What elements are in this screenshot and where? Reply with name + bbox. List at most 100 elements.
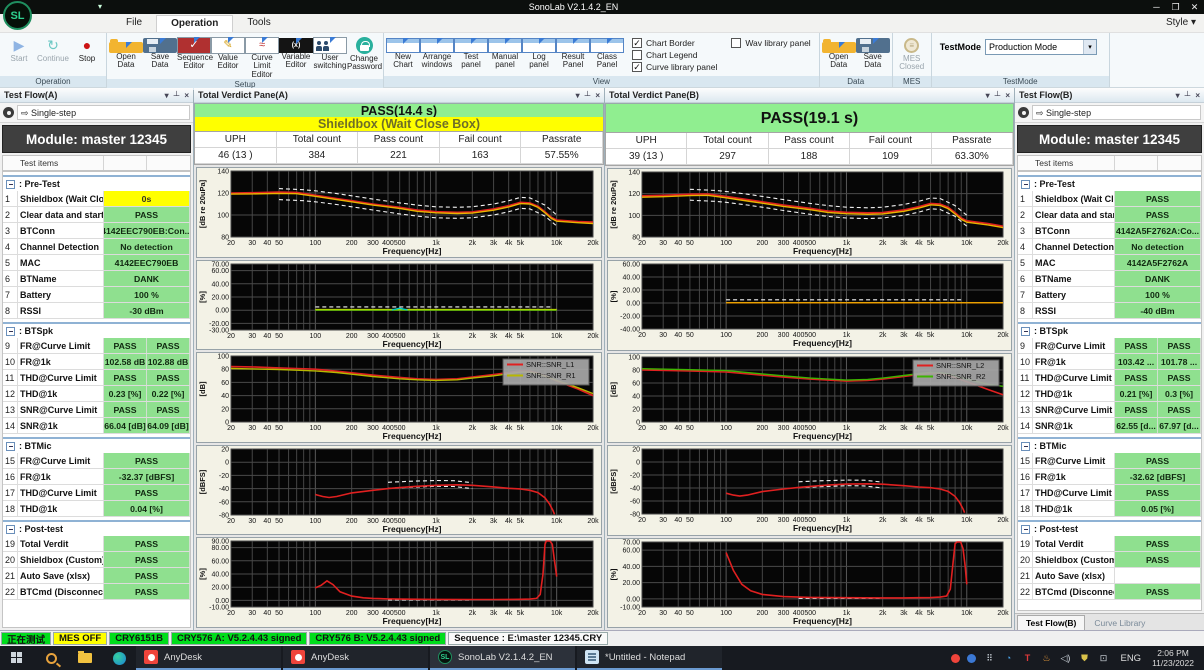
taskbar-app-sono[interactable]: SLSonoLab V2.1.4.2_EN — [430, 646, 575, 670]
test-row-b7[interactable]: 7Battery100 % — [1018, 287, 1201, 303]
test-row-a20[interactable]: 20Shieldbox (Custom)PASS — [3, 552, 190, 568]
menu-tab-file[interactable]: File — [112, 15, 156, 32]
style-menu-button[interactable]: Style ▾ — [1166, 17, 1196, 28]
start-button[interactable]: ▶Start — [2, 35, 36, 63]
mes-closed-button[interactable]: ≡MES Closed — [895, 35, 929, 72]
section-header-pretest[interactable]: : Pre-Test — [3, 175, 190, 191]
variable-editor-button[interactable]: (x)Variable Editor — [279, 35, 313, 70]
test-row-b17[interactable]: 17THD@Curve LimitPASS — [1018, 485, 1201, 501]
collapse-icon[interactable] — [6, 180, 15, 189]
testmode-select[interactable]: Production Mode▾ — [985, 39, 1097, 55]
section-header-btmic[interactable]: : BTMic — [3, 437, 190, 453]
result-panel-button[interactable]: Result Panel — [556, 35, 590, 70]
collapse-icon[interactable] — [6, 442, 15, 451]
close-panel-icon[interactable]: × — [595, 91, 600, 100]
section-header-pretest[interactable]: : Pre-Test — [1018, 175, 1201, 191]
test-row-b14[interactable]: 14SNR@1k62.55 [d...67.97 [d... — [1018, 418, 1201, 434]
close-panel-icon[interactable]: × — [1195, 91, 1200, 100]
collapse-icon[interactable] — [6, 525, 15, 534]
save-data-button[interactable]: Save Data — [143, 35, 177, 70]
test-row-a16[interactable]: 16FR@1k-32.37 [dBFS] — [3, 469, 190, 485]
test-row-a4[interactable]: 4Channel DetectionNo detection — [3, 239, 190, 255]
test-row-b1[interactable]: 1Shieldbox (Wait Cl...PASS — [1018, 191, 1201, 207]
user-switching-button[interactable]: User switching — [313, 35, 347, 71]
log-panel-button[interactable]: Log panel — [522, 35, 556, 70]
test-row-a9[interactable]: 9FR@Curve LimitPASSPASS — [3, 338, 190, 354]
pin-icon[interactable]: ┴ — [174, 91, 180, 100]
pin-icon[interactable]: ┴ — [995, 91, 1001, 100]
new-chart-button[interactable]: New Chart — [386, 35, 420, 70]
test-row-a7[interactable]: 7Battery100 % — [3, 287, 190, 303]
section-header-posttest[interactable]: : Post-test — [1018, 520, 1201, 536]
value-editor-button[interactable]: ✎Value Editor — [211, 35, 245, 71]
t-tray-icon[interactable]: T — [1021, 653, 1033, 663]
test-row-a5[interactable]: 5MAC4142EEC790EB — [3, 255, 190, 271]
test-row-b3[interactable]: 3BTConn4142A5F2762A:Co... — [1018, 223, 1201, 239]
test-row-a1[interactable]: 1Shieldbox (Wait Clo...0s — [3, 191, 190, 207]
section-header-btspk[interactable]: : BTSpk — [1018, 322, 1201, 338]
test-row-b2[interactable]: 2Clear data and star...PASS — [1018, 207, 1201, 223]
test-row-b21[interactable]: 21Auto Save (xlsx) — [1018, 568, 1201, 584]
test-row-a10[interactable]: 10FR@1k102.58 dB102.88 dB — [3, 354, 190, 370]
dropdown-icon[interactable]: ▾ — [576, 91, 580, 100]
open-data-button[interactable]: Open Data — [109, 35, 143, 70]
flame-tray-icon[interactable]: ♨ — [1040, 653, 1052, 664]
test-row-a3[interactable]: 3BTConn4142EEC790EB:Con... — [3, 223, 190, 239]
save-data-button[interactable]: Save Data — [856, 35, 890, 70]
taskbar-app-anydesk[interactable]: AnyDesk — [283, 646, 428, 670]
single-step-field-a[interactable]: ⇨ Single-step — [17, 105, 190, 120]
minimize-button[interactable]: ─ — [1147, 2, 1166, 13]
collapse-icon[interactable] — [1021, 442, 1030, 451]
search-icon[interactable] — [34, 646, 68, 670]
test-row-b16[interactable]: 16FR@1k-32.62 [dBFS] — [1018, 469, 1201, 485]
close-panel-icon[interactable]: × — [184, 91, 189, 100]
onedrive-tray-icon[interactable]: ◔ — [1002, 653, 1014, 663]
pin-icon[interactable]: ┴ — [585, 91, 591, 100]
stop-button[interactable]: ●Stop — [70, 35, 104, 63]
test-row-a15[interactable]: 15FR@Curve LimitPASS — [3, 453, 190, 469]
test-row-b12[interactable]: 12THD@1k0.21 [%]0.3 [%] — [1018, 386, 1201, 402]
maximize-button[interactable]: ❐ — [1166, 2, 1185, 13]
dropdown-icon[interactable]: ▾ — [1176, 91, 1180, 100]
network-tray-icon[interactable]: ⊡ — [1097, 653, 1109, 664]
security-tray-icon[interactable]: ⛊ — [1078, 653, 1090, 664]
checkbox-chart-legend[interactable]: Chart Legend — [632, 50, 717, 60]
test-row-a8[interactable]: 8RSSI-30 dBm — [3, 303, 190, 319]
curve-limit-editor-button[interactable]: ≈Curve Limit Editor — [245, 35, 279, 79]
test-row-b5[interactable]: 5MAC4142A5F2762A — [1018, 255, 1201, 271]
close-button[interactable]: ✕ — [1185, 2, 1204, 13]
open-data-button[interactable]: Open Data — [822, 35, 856, 70]
clock[interactable]: 2:06 PM 11/23/2022 — [1152, 648, 1198, 668]
pin-icon[interactable]: ┴ — [1185, 91, 1191, 100]
test-row-a18[interactable]: 18THD@1k0.04 [%] — [3, 501, 190, 517]
collapse-icon[interactable] — [1021, 327, 1030, 336]
menu-tab-tools[interactable]: Tools — [233, 15, 284, 32]
test-row-b15[interactable]: 15FR@Curve LimitPASS — [1018, 453, 1201, 469]
start-menu-button[interactable] — [0, 646, 34, 670]
close-panel-icon[interactable]: × — [1005, 91, 1010, 100]
test-row-b22[interactable]: 22BTCmd (Disconnec...PASS — [1018, 584, 1201, 600]
language-indicator[interactable]: ENG — [1116, 653, 1145, 664]
test-row-b4[interactable]: 4Channel DetectionNo detection — [1018, 239, 1201, 255]
checkbox-chart-border[interactable]: ✓Chart Border — [632, 38, 717, 48]
class-panel-button[interactable]: Class Panel — [590, 35, 624, 70]
test-row-a11[interactable]: 11THD@Curve LimitPASSPASS — [3, 370, 190, 386]
apps-tray-icon[interactable]: ⠿ — [983, 653, 995, 664]
dropdown-icon[interactable]: ▾ — [986, 91, 990, 100]
test-panel-button[interactable]: Test panel — [454, 35, 488, 70]
taskbar-app-anydesk[interactable]: AnyDesk — [136, 646, 281, 670]
gear-icon[interactable] — [1018, 107, 1029, 118]
dropdown-icon[interactable]: ▾ — [165, 91, 169, 100]
single-step-field-b[interactable]: ⇨ Single-step — [1032, 105, 1201, 120]
section-header-btmic[interactable]: : BTMic — [1018, 437, 1201, 453]
volume-tray-icon[interactable]: ◁) — [1059, 653, 1071, 664]
test-row-b11[interactable]: 11THD@Curve LimitPASSPASS — [1018, 370, 1201, 386]
test-row-a14[interactable]: 14SNR@1k66.04 [dB]64.09 [dB] — [3, 418, 190, 434]
test-row-b19[interactable]: 19Total VerditPASS — [1018, 536, 1201, 552]
change-password-button[interactable]: Change Password — [347, 35, 381, 72]
tab-curve-library[interactable]: Curve Library — [1086, 616, 1153, 630]
anydesk-tray-icon[interactable] — [951, 654, 960, 663]
test-row-b18[interactable]: 18THD@1k0.05 [%] — [1018, 501, 1201, 517]
test-row-a13[interactable]: 13SNR@Curve LimitPASSPASS — [3, 402, 190, 418]
checkbox-curve-library-panel[interactable]: ✓Curve library panel — [632, 62, 717, 72]
